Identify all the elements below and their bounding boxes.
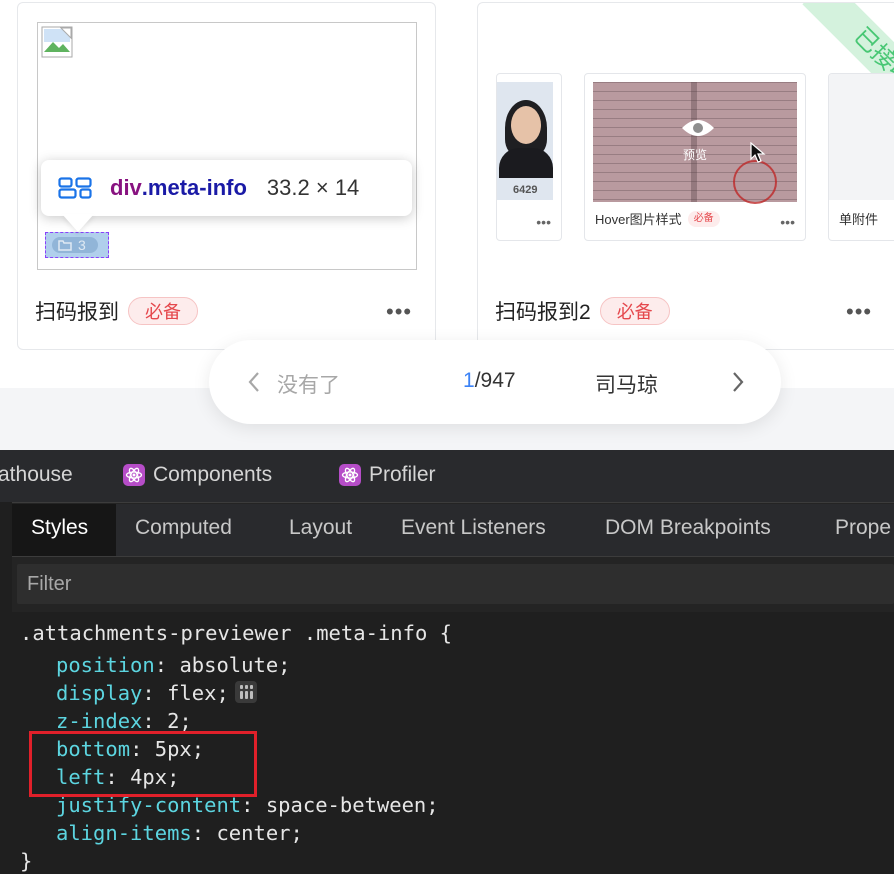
filter-input[interactable]: Filter <box>17 564 894 604</box>
css-declaration[interactable]: align-items: center; <box>56 821 303 845</box>
devtools-top-tabs: athouse Components Profiler <box>0 450 894 503</box>
css-value: flex; <box>167 681 229 705</box>
card-footer: 扫码报到 必备 <box>35 293 198 329</box>
tab-properties[interactable]: Prope <box>835 516 891 540</box>
required-badge: 必备 <box>687 210 720 227</box>
tab-styles[interactable]: Styles <box>31 516 88 540</box>
attachment-thumb[interactable]: 6429 ••• <box>496 73 562 241</box>
tooltip-tag: div <box>110 175 142 200</box>
tab-label: Profiler <box>369 463 436 486</box>
prev-label[interactable]: 没有了 <box>277 369 340 399</box>
attachment-name: 单附件 <box>839 212 879 227</box>
tab-components[interactable]: Components <box>123 463 272 487</box>
annotation-highlight-box <box>29 731 257 797</box>
attachment-thumb[interactable]: 单附件 <box>828 73 894 241</box>
attachment-name: Hover图片样式 <box>595 212 682 227</box>
folder-icon <box>58 239 72 251</box>
tab-label: athouse <box>0 463 73 486</box>
id-photo: 6429 <box>497 82 553 200</box>
tab-label: Components <box>153 463 273 486</box>
thumbnail-frame[interactable]: 3 <box>37 22 417 270</box>
attachment-label: 单附件 <box>839 209 878 228</box>
chevron-right-icon[interactable] <box>731 370 745 394</box>
attachment-label: Hover图片样式 必备 <box>595 209 720 228</box>
more-icon[interactable]: ••• <box>536 214 551 230</box>
attachment-card[interactable]: 已接收 6429 ••• 预览 Hover图片样式 必备 ••• 单附件 扫码报… <box>477 2 894 350</box>
flex-layout-icon <box>58 177 92 199</box>
attachment-placeholder <box>829 74 894 200</box>
more-icon[interactable]: ••• <box>386 299 412 325</box>
tooltip-class: .meta-info <box>141 175 247 200</box>
styles-pane-tabs: Styles Computed Layout Event Listeners D… <box>12 504 894 557</box>
tab-layout[interactable]: Layout <box>289 516 352 540</box>
required-badge: 必备 <box>599 297 670 325</box>
card-title: 扫码报到 <box>35 301 119 324</box>
meta-info-highlight[interactable]: 3 <box>45 232 109 258</box>
react-icon <box>339 464 361 486</box>
document-fold <box>691 82 697 202</box>
photo-face <box>511 106 541 144</box>
pager: 没有了 1/947 司马琼 <box>209 340 781 424</box>
preview-label: 预览 <box>683 148 708 162</box>
css-value: absolute; <box>179 653 291 677</box>
css-property: z-index <box>56 709 143 733</box>
page-background: 3 扫码报到 必备 ••• div .meta-info 33.2 × 14 已接… <box>0 0 894 450</box>
cursor-icon <box>750 142 766 163</box>
card-title: 扫码报到2 <box>495 301 591 324</box>
tab-event-listeners[interactable]: Event Listeners <box>401 516 546 540</box>
eye-icon[interactable] <box>681 118 715 138</box>
css-value: center; <box>216 821 303 845</box>
more-icon[interactable]: ••• <box>846 299 872 325</box>
photo-number: 6429 <box>513 184 538 196</box>
more-icon[interactable]: ••• <box>780 214 795 230</box>
css-property: display <box>56 681 143 705</box>
css-declaration[interactable]: position: absolute; <box>56 653 291 677</box>
current-page: 1 <box>463 369 475 392</box>
react-icon <box>123 464 145 486</box>
css-selector[interactable]: .attachments-previewer .meta-info { <box>20 621 452 645</box>
tab-lighthouse[interactable]: athouse <box>0 463 73 487</box>
css-declaration[interactable]: display: flex; <box>56 681 257 705</box>
css-value: 2; <box>167 709 192 733</box>
chevron-left-icon[interactable] <box>247 370 261 394</box>
page-counter: 1/947 <box>463 369 516 393</box>
broken-image-icon <box>41 26 73 58</box>
photo-shoulder <box>499 148 553 178</box>
card-footer: 扫码报到2 必备 <box>495 293 670 329</box>
meta-info[interactable]: 3 <box>52 237 98 253</box>
required-badge: 必备 <box>128 297 198 325</box>
document-image: 预览 <box>593 82 797 204</box>
document-stamp <box>733 160 777 204</box>
css-rule-close: } <box>20 849 33 873</box>
filter-placeholder: Filter <box>27 573 72 595</box>
attachment-thumb[interactable]: 预览 Hover图片样式 必备 ••• <box>584 73 806 241</box>
tab-computed[interactable]: Computed <box>135 516 232 540</box>
css-declaration[interactable]: z-index: 2; <box>56 709 192 733</box>
devtools-side-strip <box>0 502 12 874</box>
tooltip-arrow <box>62 214 94 232</box>
css-value: space-between; <box>265 793 439 817</box>
css-property: position <box>56 653 155 677</box>
next-label[interactable]: 司马琼 <box>595 369 658 399</box>
tooltip-size: 33.2 × 14 <box>266 175 360 200</box>
tab-dom-breakpoints[interactable]: DOM Breakpoints <box>605 516 771 540</box>
tab-profiler[interactable]: Profiler <box>339 463 436 487</box>
total-pages: /947 <box>474 369 516 392</box>
meta-count: 3 <box>78 237 86 253</box>
css-property: align-items <box>56 821 192 845</box>
flexbox-editor-icon[interactable] <box>234 681 257 703</box>
inspect-tooltip: div .meta-info 33.2 × 14 <box>41 160 412 216</box>
